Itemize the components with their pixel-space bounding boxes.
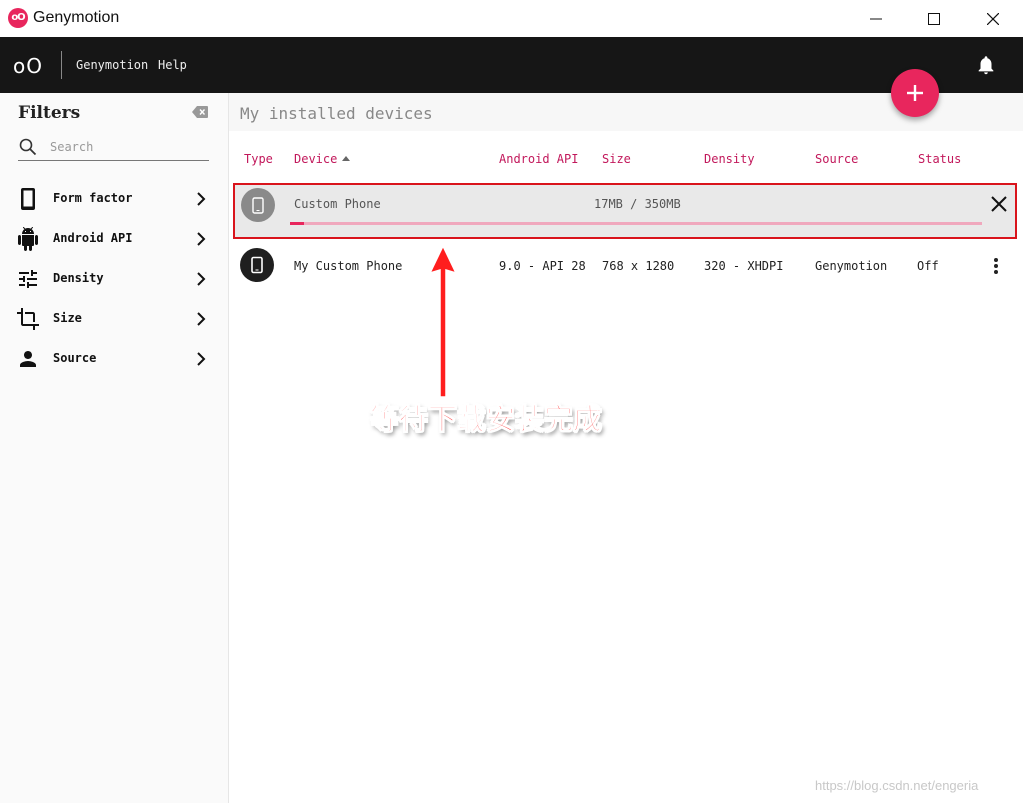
devices-panel: My installed devices Type Device Android… (229, 93, 1023, 803)
device-name: My Custom Phone (294, 259, 403, 273)
more-vert-icon[interactable] (990, 256, 1002, 276)
device-source: Genymotion (815, 259, 888, 273)
notifications-bell-icon[interactable] (975, 53, 997, 77)
minimize-icon (870, 18, 882, 19)
column-header-label: Device (294, 152, 338, 166)
filter-size[interactable]: Size (0, 299, 229, 339)
minimize-button[interactable] (853, 0, 899, 37)
filter-form-factor[interactable]: Form factor (0, 179, 229, 219)
filter-label: Source (53, 351, 97, 365)
person-icon (20, 351, 36, 367)
column-header-density[interactable]: Density (704, 152, 755, 166)
column-header-status[interactable]: Status (918, 152, 961, 166)
annotation-text: 等待下载安装完成 (369, 402, 603, 437)
downloading-device-name: Custom Phone (294, 197, 381, 211)
add-device-button[interactable] (891, 69, 939, 117)
device-type-avatar (241, 188, 275, 222)
chevron-right-icon (197, 272, 206, 286)
search-field (18, 135, 209, 161)
device-type-avatar (240, 248, 274, 282)
crop-icon (17, 308, 39, 330)
menu-help[interactable]: Help (158, 58, 187, 72)
device-status: Off (917, 259, 939, 273)
search-input[interactable] (50, 138, 205, 156)
column-header-type[interactable]: Type (244, 152, 273, 166)
clear-filters-icon[interactable] (192, 106, 208, 118)
close-icon (987, 12, 999, 25)
phone-icon (252, 197, 264, 214)
chevron-right-icon (197, 352, 206, 366)
page-title: My installed devices (240, 104, 433, 123)
toolbar-divider (61, 51, 62, 79)
filter-label: Form factor (53, 191, 133, 205)
filter-density[interactable]: Density (0, 259, 229, 299)
filter-label: Density (53, 271, 104, 285)
download-size-text: 17MB / 350MB (594, 197, 681, 211)
column-header-source[interactable]: Source (815, 152, 858, 166)
phone-icon (21, 188, 35, 210)
column-header-size[interactable]: Size (602, 152, 631, 166)
device-android-api: 9.0 - API 28 (499, 259, 586, 273)
close-window-button[interactable] (970, 0, 1016, 37)
downloading-device-row: Custom Phone 17MB / 350MB (233, 183, 1017, 239)
filters-title: Filters (18, 103, 81, 123)
genymotion-logo-icon: oO (8, 8, 28, 28)
maximize-icon (928, 12, 940, 25)
column-header-android-api[interactable]: Android API (499, 152, 578, 166)
menu-genymotion[interactable]: Genymotion (76, 58, 148, 72)
chevron-right-icon (197, 192, 206, 206)
sort-ascending-icon (342, 156, 351, 161)
device-size: 768 x 1280 (602, 259, 675, 273)
genymotion-brand-logo: oO (13, 54, 43, 78)
table-row[interactable]: My Custom Phone 9.0 - API 28 768 x 1280 … (229, 243, 1023, 289)
sliders-icon (19, 270, 37, 288)
cancel-download-icon[interactable] (989, 194, 1009, 214)
plus-icon (907, 85, 923, 101)
filters-sidebar: Filters Form factor Android API Density … (0, 93, 229, 803)
search-icon (19, 138, 37, 156)
filter-source[interactable]: Source (0, 339, 229, 379)
watermark: https://blog.csdn.net/engeria (815, 778, 979, 793)
phone-icon (251, 256, 263, 274)
window-title: Genymotion (33, 9, 120, 26)
chevron-right-icon (197, 232, 206, 246)
filter-label: Size (53, 311, 82, 325)
download-progress-fill (290, 222, 304, 225)
annotation-arrow (428, 244, 458, 398)
android-icon (18, 227, 38, 251)
column-header-device[interactable]: Device (294, 152, 351, 166)
chevron-right-icon (197, 312, 206, 326)
app-toolbar: oO Genymotion Help (0, 37, 1023, 93)
window-titlebar: oO Genymotion (0, 0, 1023, 37)
maximize-button[interactable] (911, 0, 957, 37)
filter-label: Android API (53, 231, 133, 245)
device-density: 320 - XHDPI (704, 259, 784, 273)
download-progress-bar (290, 222, 982, 225)
filter-android-api[interactable]: Android API (0, 219, 229, 259)
